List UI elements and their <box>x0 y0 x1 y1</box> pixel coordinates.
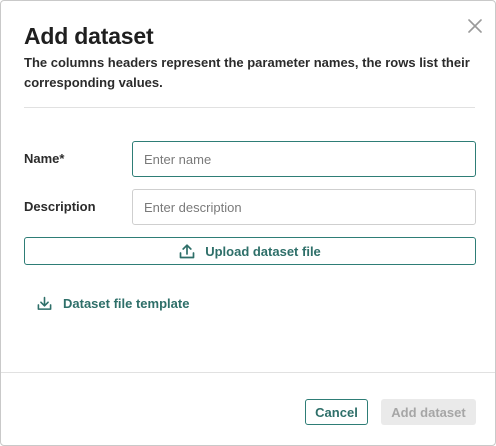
upload-dataset-label: Upload dataset file <box>205 243 321 259</box>
add-dataset-dialog: Add dataset The columns headers represen… <box>0 0 496 446</box>
dataset-template-label: Dataset file template <box>63 295 190 311</box>
dialog-subtitle: The columns headers represent the parame… <box>24 55 470 90</box>
download-icon <box>37 296 52 310</box>
close-button[interactable] <box>465 16 485 36</box>
upload-dataset-button[interactable]: Upload dataset file <box>24 237 476 265</box>
add-dataset-button[interactable]: Add dataset <box>381 399 476 425</box>
upload-icon <box>179 243 195 258</box>
description-label: Description <box>24 199 96 214</box>
description-input[interactable] <box>132 189 476 225</box>
name-input[interactable] <box>132 141 476 177</box>
dataset-template-link[interactable]: Dataset file template <box>37 293 189 313</box>
dialog-title: Add dataset <box>24 23 154 49</box>
footer-divider <box>1 372 495 373</box>
header-divider <box>24 107 475 108</box>
name-label: Name* <box>24 151 65 166</box>
close-icon <box>468 19 482 33</box>
cancel-button[interactable]: Cancel <box>305 399 368 425</box>
